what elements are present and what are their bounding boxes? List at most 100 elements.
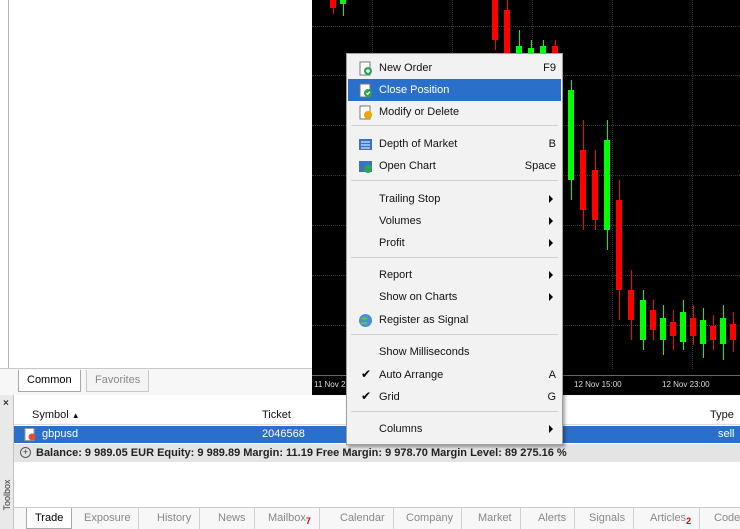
tab-alerts[interactable]: Alerts	[530, 508, 576, 529]
menu-item-label: Show Milliseconds	[379, 346, 470, 358]
submenu-arrow-icon	[549, 239, 553, 247]
menu-item-profit[interactable]: Profit	[348, 232, 561, 254]
candle-body	[700, 320, 706, 344]
tab-mailbox[interactable]: Mailbox7	[260, 508, 320, 529]
menu-item-shortcut: Space	[524, 160, 556, 172]
menu-item-depth-of-market[interactable]: Depth of Market B	[348, 133, 561, 155]
candle-body	[640, 300, 646, 340]
balance-text: Balance: 9 989.05 EUR Equity: 9 989.89 M…	[36, 447, 567, 459]
candle-body	[650, 310, 656, 330]
tab-common[interactable]: Common	[18, 370, 81, 392]
candle-body	[580, 150, 586, 210]
menu-separator	[351, 125, 558, 126]
menu-item-modify-or-delete[interactable]: Modify or Delete	[348, 101, 561, 123]
candle-body	[592, 170, 598, 220]
menu-item-new-order[interactable]: New Order F9	[348, 57, 561, 79]
menu-item-shortcut: A	[548, 369, 556, 381]
menu-item-show-milliseconds[interactable]: Show Milliseconds	[348, 341, 561, 363]
menu-item-label: Register as Signal	[379, 314, 469, 326]
menu-item-open-chart[interactable]: Open Chart Space	[348, 155, 561, 177]
menu-item-label: New Order	[379, 62, 433, 74]
candle-body	[720, 318, 726, 344]
candle-body	[340, 0, 346, 4]
menu-item-label: Volumes	[379, 215, 422, 227]
menu-separator	[351, 411, 558, 412]
time-label: 12 Nov 23:00	[662, 380, 710, 389]
menu-item-label: Auto Arrange	[379, 369, 444, 381]
submenu-arrow-icon	[549, 217, 553, 225]
menu-item-label: Close Position	[379, 84, 450, 96]
tab-news[interactable]: News	[210, 508, 255, 529]
menu-item-shortcut: B	[548, 138, 556, 150]
cell-ticket: 2046568	[262, 428, 305, 440]
toolbox-sidebar: × Toolbox	[0, 395, 14, 529]
tab-code[interactable]: Code	[706, 508, 740, 529]
candle-body	[730, 324, 736, 340]
column-header-symbol[interactable]: Symbol ▲	[32, 409, 80, 421]
time-label: 12 Nov 15:00	[574, 380, 622, 389]
tab-signals[interactable]: Signals	[581, 508, 635, 529]
time-label: 11 Nov 2	[314, 380, 346, 389]
grid-line	[612, 0, 613, 369]
tab-trade[interactable]: Trade	[26, 508, 73, 529]
tab-history[interactable]: History	[149, 508, 201, 529]
cell-symbol: gbpusd	[42, 428, 79, 440]
candle-body	[616, 200, 622, 290]
candle-body	[690, 318, 696, 336]
tab-exposure[interactable]: Exposure	[76, 508, 140, 529]
cell-type: sell	[718, 428, 735, 440]
submenu-arrow-icon	[549, 425, 553, 433]
tab-company[interactable]: Company	[398, 508, 463, 529]
tab-label: Mailbox	[268, 512, 306, 524]
toolbox-tabs: Trade Exposure History News Mailbox7 Cal…	[14, 507, 740, 529]
open-chart-icon	[359, 161, 372, 173]
menu-item-label: Trailing Stop	[379, 193, 441, 205]
menu-item-label: Columns	[379, 423, 423, 435]
tab-market[interactable]: Market	[470, 508, 521, 529]
signal-globe-icon	[359, 314, 372, 327]
column-header-ticket[interactable]: Ticket	[262, 409, 291, 421]
menu-item-show-on-charts[interactable]: Show on Charts	[348, 286, 561, 308]
new-order-icon	[359, 61, 372, 76]
panel-divider	[8, 0, 9, 370]
grid-line	[312, 26, 740, 27]
menu-separator	[351, 180, 558, 181]
menu-item-label: Open Chart	[379, 160, 436, 172]
candle-body	[680, 312, 686, 342]
menu-item-shortcut: F9	[543, 62, 556, 74]
candle-body	[492, 0, 498, 40]
candle-body	[568, 90, 574, 180]
candle-body	[628, 290, 634, 320]
close-position-icon	[359, 83, 372, 98]
close-icon[interactable]: ×	[3, 398, 9, 409]
depth-of-market-icon	[359, 139, 372, 150]
tab-label: Articles	[650, 512, 687, 524]
modify-icon	[359, 105, 372, 120]
unread-badge: 7	[305, 516, 311, 526]
checkmark-icon: ✔	[361, 367, 372, 381]
menu-item-report[interactable]: Report	[348, 264, 561, 286]
context-menu: New Order F9 Close Position Modify or De…	[346, 53, 563, 445]
tab-favorites[interactable]: Favorites	[86, 370, 150, 392]
menu-item-auto-arrange[interactable]: ✔ Auto Arrange A	[348, 364, 561, 386]
menu-item-volumes[interactable]: Volumes	[348, 210, 561, 232]
menu-item-register-as-signal[interactable]: Register as Signal	[348, 309, 561, 331]
menu-item-columns[interactable]: Columns	[348, 418, 561, 440]
menu-separator	[351, 334, 558, 335]
column-header-label: Symbol	[32, 409, 69, 421]
menu-item-label: Modify or Delete	[379, 106, 460, 118]
menu-item-close-position[interactable]: Close Position	[348, 79, 561, 101]
sort-asc-icon: ▲	[71, 411, 80, 420]
menu-item-grid[interactable]: ✔ Grid G	[348, 386, 561, 408]
menu-item-trailing-stop[interactable]: Trailing Stop	[348, 188, 561, 210]
menu-item-label: Grid	[379, 391, 400, 403]
tab-articles[interactable]: Articles2	[642, 508, 701, 529]
tab-calendar[interactable]: Calendar	[332, 508, 394, 529]
menu-item-label: Depth of Market	[379, 138, 458, 150]
column-header-type[interactable]: Type	[710, 409, 734, 421]
checkmark-icon: ✔	[361, 389, 372, 403]
menu-item-label: Profit	[379, 237, 405, 249]
expand-icon[interactable]: +	[20, 447, 31, 458]
navigator-tabs: Common Favorites	[0, 368, 312, 395]
balance-summary-row: + Balance: 9 989.05 EUR Equity: 9 989.89…	[14, 444, 740, 462]
